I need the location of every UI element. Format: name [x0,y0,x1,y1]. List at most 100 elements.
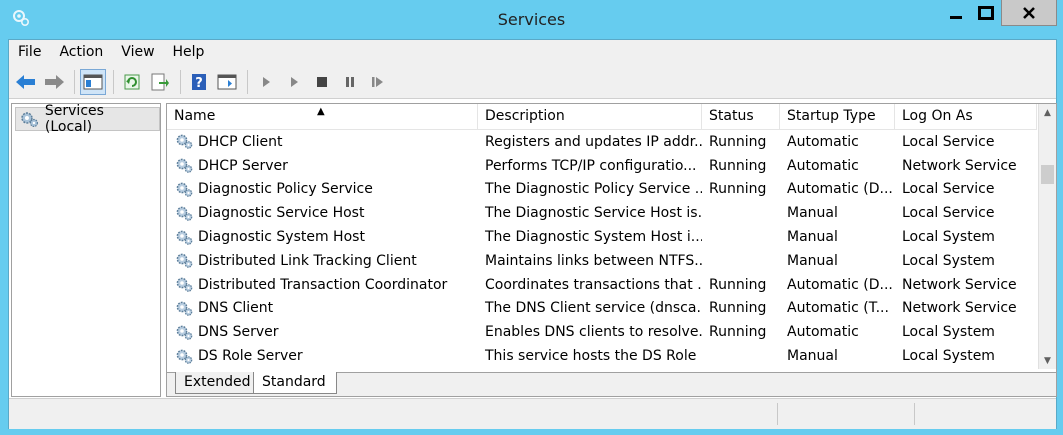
service-name-cell: Diagnostic System Host [167,229,478,246]
column-header-description[interactable]: Description [478,104,702,129]
table-row[interactable]: DHCP Client Registers and updates IP addr… [167,130,1037,154]
table-row[interactable]: DS Role Server This service hosts the DS … [167,344,1037,368]
table-row[interactable]: DHCP Server Performs TCP/IP configuratio.… [167,154,1037,178]
stop-service-button[interactable] [309,69,335,95]
service-log-on-as: Local Service [902,181,995,198]
console-tree: Services (Local) [11,103,161,397]
menu-bar: File Action View Help [9,40,1056,65]
service-name: Distributed Transaction Coordinator [198,276,448,293]
service-name: DHCP Server [198,157,288,174]
toolbar-separator [74,69,75,94]
column-header-label: Name [174,108,216,124]
service-status: Running [709,181,767,198]
table-row[interactable]: Diagnostic Policy Service The Diagnostic … [167,178,1037,202]
service-gear-icon [176,158,193,173]
service-status: Running [709,276,767,293]
table-row[interactable]: Diagnostic Service Host The Diagnostic Se… [167,201,1037,225]
back-icon [16,74,35,89]
menu-file[interactable]: File [9,40,50,65]
service-description: The Diagnostic System Host i... [485,229,702,246]
service-log-on-as: Local Service [902,205,995,222]
service-description: The DNS Client service (dnsca... [485,300,702,317]
column-header-log-on-as[interactable]: Log On As [895,104,1037,129]
column-header-status[interactable]: Status [702,104,780,129]
toolbar-separator [247,69,248,94]
service-gear-icon [176,206,193,221]
table-row[interactable]: Diagnostic System Host The Diagnostic Sys… [167,225,1037,249]
service-name-cell: DHCP Client [167,133,478,150]
service-gear-icon [176,254,193,269]
service-description: The Diagnostic Policy Service ... [485,181,702,198]
service-name: Diagnostic Service Host [198,205,365,222]
toolbar: ? [9,65,1056,99]
service-startup-type: Manual [787,205,838,222]
menu-action[interactable]: Action [50,40,112,65]
service-name: Diagnostic Policy Service [198,181,373,198]
vertical-scrollbar[interactable]: ▲ ▼ [1038,104,1056,369]
properties-icon [217,74,237,89]
menu-help[interactable]: Help [164,40,214,65]
toolbar-separator [113,69,114,94]
start-service-params-icon [291,76,298,87]
table-row[interactable]: DNS Server Enables DNS clients to resolve… [167,320,1037,344]
service-log-on-as: Local System [902,348,995,365]
service-gear-icon [176,230,193,245]
column-header-name[interactable]: Name ▲ [167,104,478,129]
table-row[interactable]: Distributed Transaction Coordinator Coord… [167,273,1037,297]
status-bar-divider [914,403,915,425]
service-description: Maintains links between NTFS... [485,252,702,269]
service-name: Distributed Link Tracking Client [198,252,417,269]
service-startup-type: Automatic [787,157,859,174]
scroll-up-icon[interactable]: ▲ [1039,104,1056,121]
maximize-button[interactable] [971,0,1001,26]
show-hide-console-tree-button[interactable] [80,68,106,95]
help-button[interactable]: ? [186,69,212,95]
list-header: Name ▲ Description Status Startup Type L… [167,104,1037,130]
service-name-cell: DS Role Server [167,348,478,365]
client-area: File Action View Help ? Services (Local)… [8,39,1057,429]
column-header-startup-type[interactable]: Startup Type [780,104,895,129]
tab-standard[interactable]: Standard [253,372,337,394]
service-name: DHCP Client [198,133,283,150]
resume-service-button[interactable] [365,69,391,95]
refresh-icon [124,74,140,89]
pause-service-button[interactable] [337,69,363,95]
list-rows: DHCP Client Registers and updates IP addr… [167,130,1037,368]
properties-button[interactable] [214,69,240,95]
service-description: Coordinates transactions that ... [485,276,702,293]
table-row[interactable]: Distributed Link Tracking Client Maintain… [167,249,1037,273]
forward-button[interactable] [41,69,67,95]
service-startup-type: Manual [787,229,838,246]
status-bar [9,398,1056,429]
start-service-params-button[interactable] [281,69,307,95]
export-list-icon [151,73,169,90]
table-row[interactable]: DNS Client The DNS Client service (dnsca.… [167,297,1037,321]
pause-service-icon [346,76,354,87]
service-log-on-as: Local Service [902,133,995,150]
service-name-cell: DNS Server [167,324,478,341]
service-log-on-as: Network Service [902,276,1017,293]
service-description: Enables DNS clients to resolve... [485,324,702,341]
export-list-button[interactable] [147,69,173,95]
tab-extended[interactable]: Extended [175,372,259,394]
refresh-button[interactable] [119,69,145,95]
minimize-button[interactable] [941,0,971,26]
tree-item-services-local[interactable]: Services (Local) [15,103,160,135]
scrollbar-thumb[interactable] [1041,165,1054,184]
service-name: DNS Client [198,300,274,317]
toolbar-separator [180,69,181,94]
service-log-on-as: Local System [902,252,995,269]
close-button[interactable] [1001,0,1057,26]
service-gear-icon [176,135,193,150]
scroll-down-icon[interactable]: ▼ [1039,352,1056,369]
back-button[interactable] [13,69,39,95]
service-startup-type: Automatic (T... [787,300,889,317]
service-name: DS Role Server [198,348,303,365]
show-hide-console-tree-icon [83,74,103,89]
start-service-button[interactable] [253,69,279,95]
title-bar[interactable]: Services [0,0,1063,39]
menu-view[interactable]: View [112,40,163,65]
service-status: Running [709,300,767,317]
service-description: This service hosts the DS Role ... [485,348,702,365]
minimize-icon [950,16,962,19]
